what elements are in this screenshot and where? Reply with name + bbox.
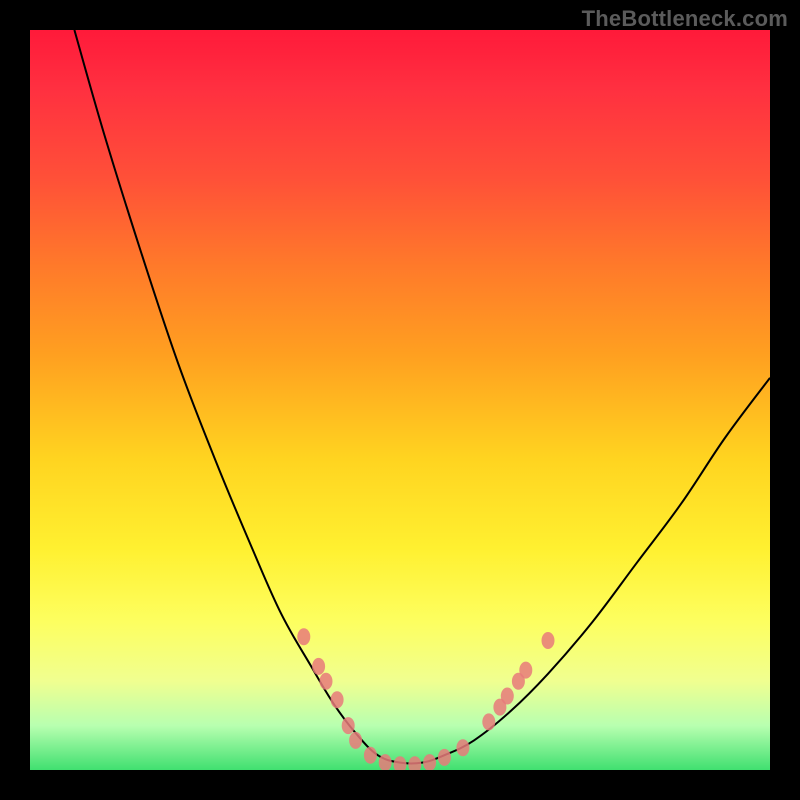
marker-dot (349, 732, 362, 749)
marker-dot (438, 749, 451, 766)
marker-dot (312, 658, 325, 675)
marker-dot (501, 688, 514, 705)
highlight-dots (297, 628, 554, 770)
bottleneck-curve (74, 30, 770, 764)
marker-dot (519, 662, 532, 679)
marker-dot (482, 713, 495, 730)
marker-dot (542, 632, 555, 649)
marker-dot (408, 756, 421, 770)
plot-area (30, 30, 770, 770)
marker-dot (394, 756, 407, 770)
watermark-text: TheBottleneck.com (582, 6, 788, 32)
marker-dot (320, 673, 333, 690)
marker-dot (456, 739, 469, 756)
outer-frame: TheBottleneck.com (0, 0, 800, 800)
marker-dot (342, 717, 355, 734)
marker-dot (364, 747, 377, 764)
marker-dot (331, 691, 344, 708)
marker-dot (297, 628, 310, 645)
chart-svg (30, 30, 770, 770)
marker-dot (423, 754, 436, 770)
